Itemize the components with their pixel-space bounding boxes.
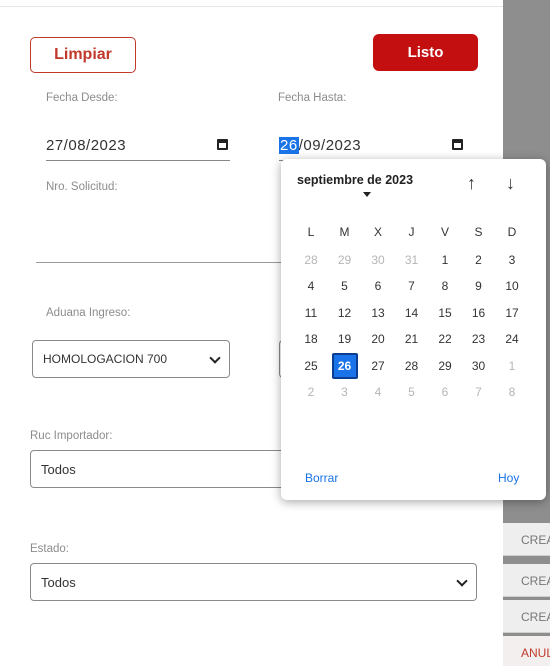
- calendar-day[interactable]: 18: [298, 326, 324, 352]
- calendar-day[interactable]: 14: [399, 300, 425, 326]
- request-number-label: Nro. Solicitud:: [46, 181, 118, 193]
- calendar-day[interactable]: 31: [399, 247, 425, 273]
- chevron-down-icon: [456, 575, 468, 587]
- date-from-field[interactable]: 27/08/2023: [46, 131, 230, 161]
- calendar-day[interactable]: 25: [298, 353, 324, 379]
- weekday-header: M: [339, 225, 350, 239]
- calendar-day[interactable]: 5: [399, 379, 425, 405]
- calendar-day[interactable]: 3: [332, 379, 358, 405]
- calendar-day[interactable]: 29: [332, 247, 358, 273]
- calendar-day[interactable]: 19: [332, 326, 358, 352]
- calendar-icon[interactable]: [452, 139, 463, 150]
- importer-select[interactable]: Todos: [30, 450, 300, 488]
- calendar-day[interactable]: 15: [432, 300, 458, 326]
- weekday-header: L: [307, 225, 315, 239]
- customs-label: Aduana Ingreso:: [46, 307, 131, 319]
- status-select-value: Todos: [41, 574, 76, 590]
- calendar-day[interactable]: 1: [432, 247, 458, 273]
- calendar-day[interactable]: 16: [466, 300, 492, 326]
- date-to-value: 26/09/2023: [279, 137, 361, 154]
- calendar-day[interactable]: 8: [432, 273, 458, 299]
- weekday-header: X: [373, 225, 382, 239]
- weekday-header: V: [440, 225, 449, 239]
- clear-button[interactable]: Limpiar: [30, 37, 136, 73]
- table-row: CREA: [503, 600, 550, 633]
- status-select[interactable]: Todos: [30, 563, 477, 601]
- calendar-day[interactable]: 30: [466, 353, 492, 379]
- calendar-day[interactable]: 12: [332, 300, 358, 326]
- calendar-day[interactable]: 13: [365, 300, 391, 326]
- calendar-day[interactable]: 23: [466, 326, 492, 352]
- arrow-up-icon[interactable]: ↑: [467, 173, 476, 194]
- weekday-header: D: [507, 225, 517, 239]
- calendar-day[interactable]: 4: [298, 273, 324, 299]
- calendar-day[interactable]: 30: [365, 247, 391, 273]
- weekday-header: S: [474, 225, 483, 239]
- calendar-day[interactable]: 5: [332, 273, 358, 299]
- calendar-day[interactable]: 4: [365, 379, 391, 405]
- caret-down-icon[interactable]: [363, 192, 371, 197]
- calendar-day[interactable]: 6: [365, 273, 391, 299]
- date-to-day-segment[interactable]: 26: [279, 137, 299, 154]
- selected-day[interactable]: 26: [331, 352, 358, 379]
- calendar-day[interactable]: 20: [365, 326, 391, 352]
- divider: [0, 6, 503, 7]
- date-to-field[interactable]: 26/09/2023: [279, 131, 465, 161]
- calendar-day[interactable]: 6: [432, 379, 458, 405]
- table-row: ANUL: [503, 636, 550, 666]
- table-row: CREA: [503, 564, 550, 597]
- calendar-day[interactable]: 11: [298, 300, 324, 326]
- date-from-value: 27/08/2023: [46, 137, 127, 154]
- month-year-label[interactable]: septiembre de 2023: [297, 173, 413, 187]
- calendar-day[interactable]: 28: [298, 247, 324, 273]
- calendar-day[interactable]: 3: [499, 247, 525, 273]
- status-label: Estado:: [30, 543, 69, 555]
- customs-select-value: HOMOLOGACION 700: [43, 352, 168, 366]
- importer-label: Ruc Importador:: [30, 430, 113, 442]
- calendar-day[interactable]: 21: [399, 326, 425, 352]
- calendar-day[interactable]: 22: [432, 326, 458, 352]
- calendar-day[interactable]: 27: [365, 353, 391, 379]
- date-to-label: Fecha Hasta:: [278, 92, 347, 104]
- done-button[interactable]: Listo: [373, 34, 478, 71]
- date-to-rest: /09/2023: [298, 137, 362, 154]
- weekday-header: J: [408, 225, 415, 239]
- date-from-label: Fecha Desde:: [46, 92, 118, 104]
- calendar-day[interactable]: 7: [466, 379, 492, 405]
- arrow-down-icon[interactable]: ↓: [506, 173, 515, 194]
- calendar-day[interactable]: 2: [298, 379, 324, 405]
- calendar-day[interactable]: 9: [466, 273, 492, 299]
- chevron-down-icon: [209, 352, 221, 364]
- calendar-day[interactable]: 7: [399, 273, 425, 299]
- date-picker-popup: septiembre de 2023 ↑ ↓ L M X J V S D 28 29 30 31 1 2…: [281, 159, 546, 500]
- table-row: CREA: [503, 523, 550, 556]
- calendar-day[interactable]: 28: [399, 353, 425, 379]
- calendar-icon[interactable]: [217, 139, 228, 150]
- calendar-day[interactable]: 2: [466, 247, 492, 273]
- importer-select-value: Todos: [41, 461, 76, 477]
- calendar-day[interactable]: 17: [499, 300, 525, 326]
- calendar-day[interactable]: 10: [499, 273, 525, 299]
- customs-select[interactable]: HOMOLOGACION 700: [32, 340, 230, 378]
- clear-date-link[interactable]: Borrar: [305, 471, 338, 485]
- calendar-day[interactable]: 8: [499, 379, 525, 405]
- calendar-day[interactable]: 24: [499, 326, 525, 352]
- today-link[interactable]: Hoy: [498, 471, 519, 485]
- calendar-day[interactable]: 1: [499, 353, 525, 379]
- calendar-day[interactable]: 29: [432, 353, 458, 379]
